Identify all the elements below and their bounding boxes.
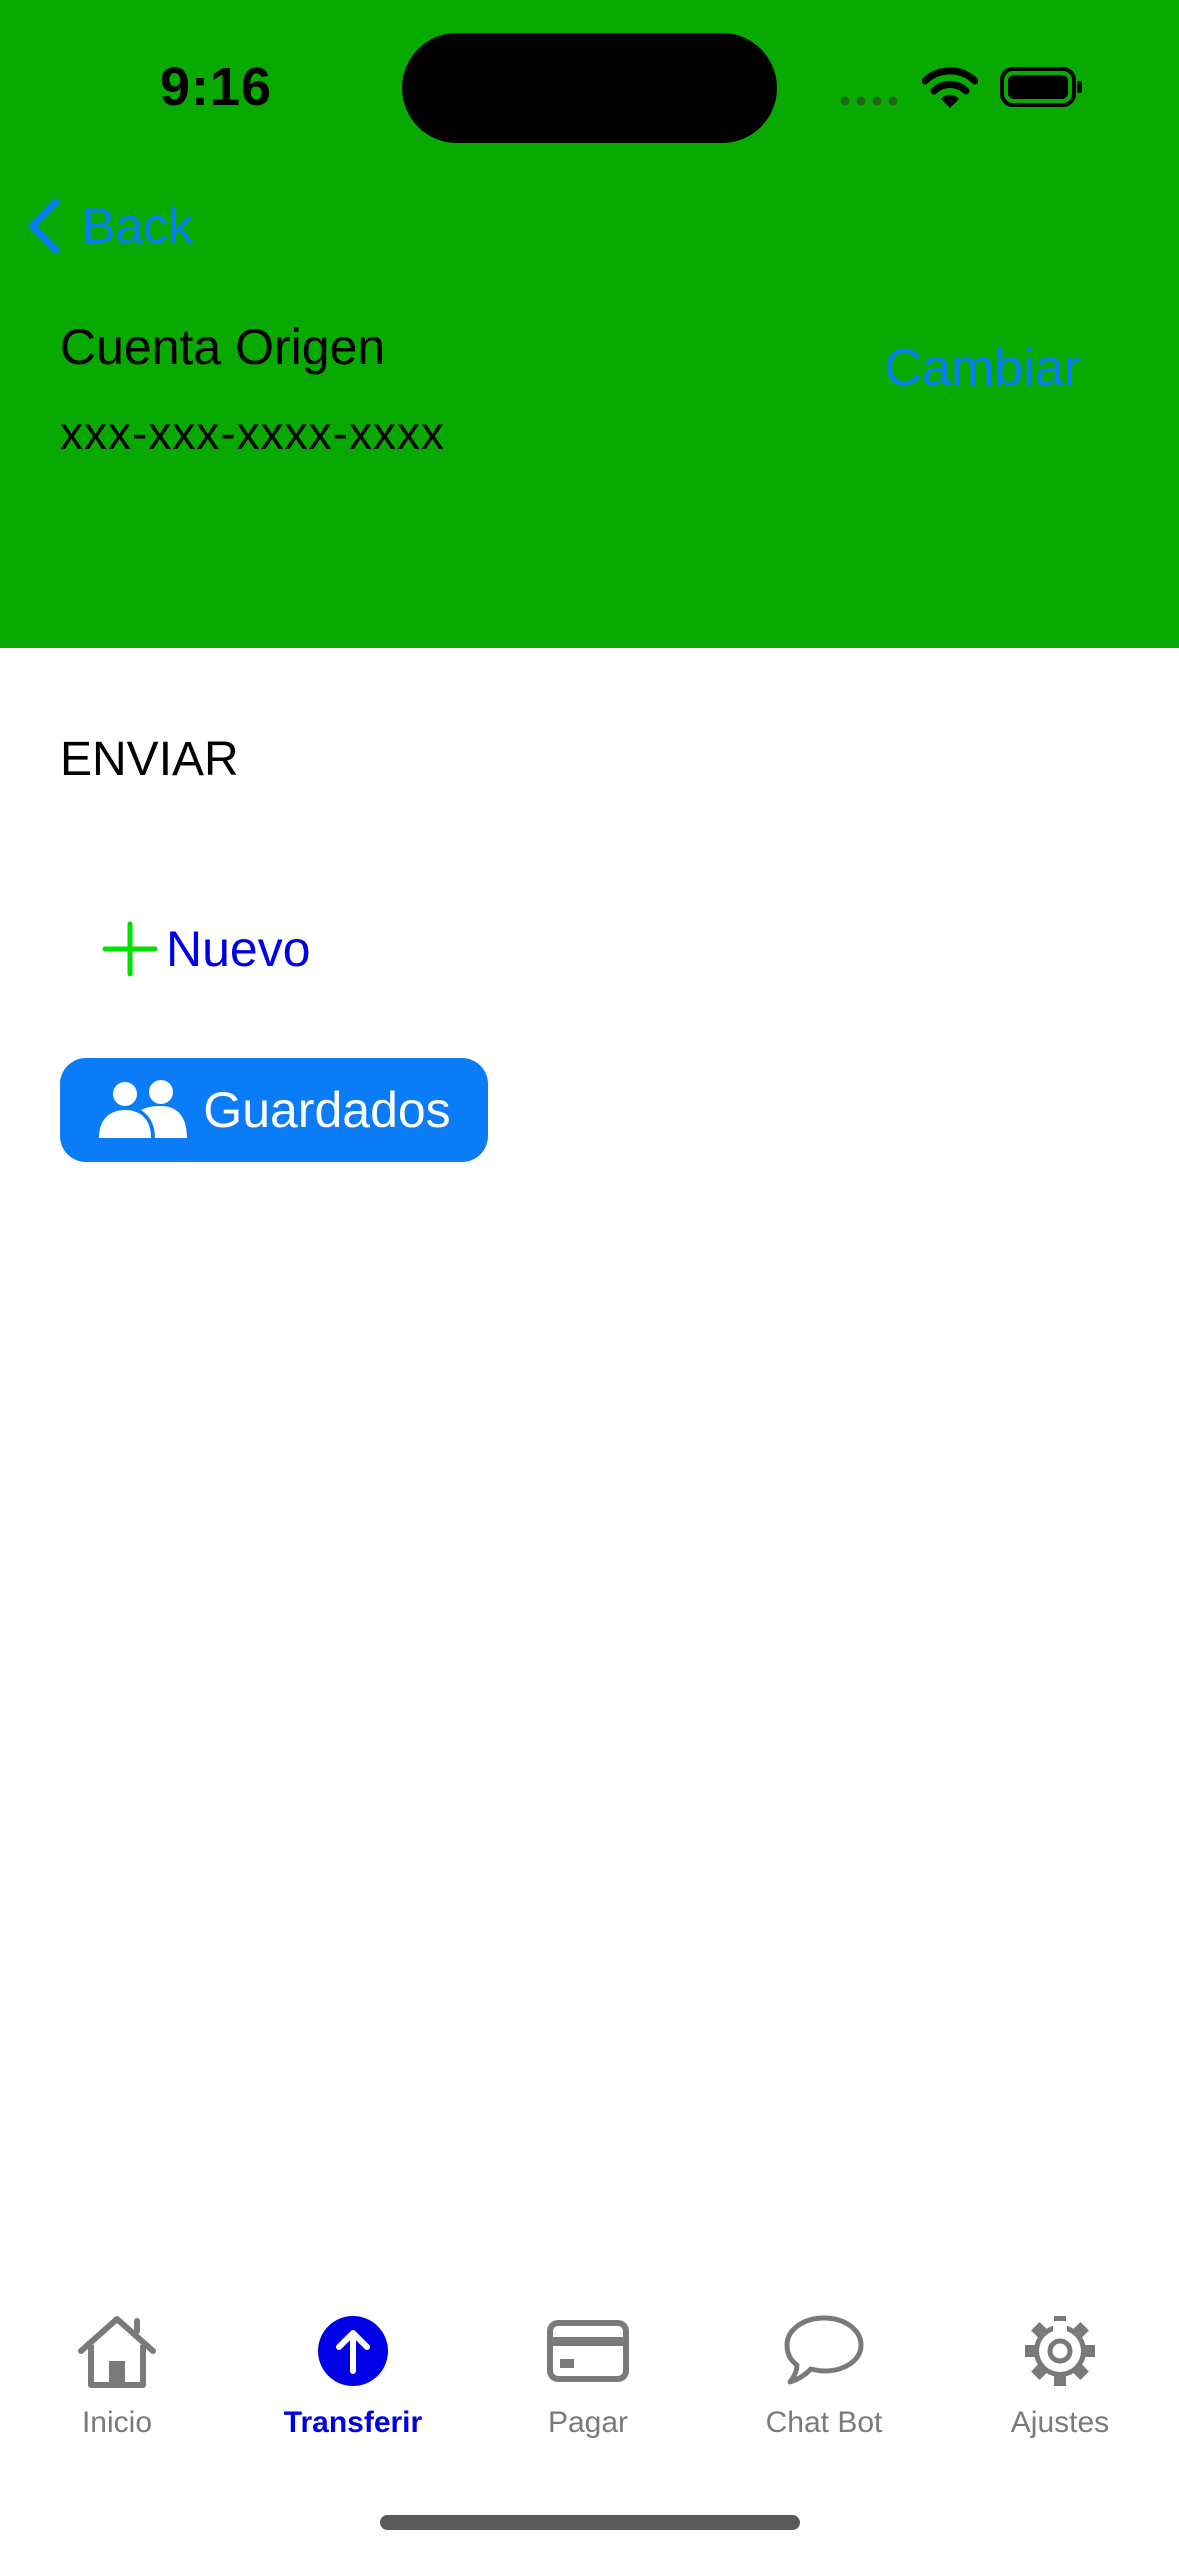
tab-ajustes[interactable]: Ajustes	[960, 2310, 1160, 2460]
dynamic-island	[402, 33, 777, 143]
chat-bubble-icon	[784, 2315, 864, 2385]
new-recipient-button[interactable]: Nuevo	[102, 916, 311, 982]
account-header: 9:16 Back Cuenta Origen xxx-xxx-xxxx-xxx…	[0, 0, 1179, 648]
tab-pagar[interactable]: Pagar	[488, 2310, 688, 2460]
home-indicator[interactable]	[380, 2515, 800, 2530]
wifi-icon	[922, 67, 978, 108]
tab-chat-bot[interactable]: Chat Bot	[724, 2310, 924, 2460]
status-icons	[840, 60, 1090, 116]
source-account-number: xxx-xxx-xxxx-xxxx	[60, 407, 445, 459]
saved-recipients-label: Guardados	[203, 1082, 451, 1138]
tab-label: Transferir	[283, 2406, 423, 2439]
gear-icon	[1025, 2316, 1095, 2386]
arrow-up-circle-icon	[318, 2316, 388, 2386]
chevron-left-icon	[28, 198, 60, 254]
status-time: 9:16	[160, 57, 273, 117]
change-account-button[interactable]: Cambiar	[885, 338, 1082, 398]
back-label: Back	[82, 198, 194, 254]
send-section-title: ENVIAR	[60, 733, 239, 786]
tab-label: Pagar	[547, 2406, 629, 2439]
saved-recipients-button[interactable]: Guardados	[60, 1058, 488, 1162]
cellular-signal-icon	[840, 96, 898, 106]
tab-inicio[interactable]: Inicio	[17, 2310, 217, 2460]
plus-icon	[102, 921, 158, 977]
house-icon	[78, 2316, 156, 2388]
new-recipient-label: Nuevo	[166, 921, 311, 977]
tab-label: Chat Bot	[765, 2406, 883, 2439]
tab-label: Ajustes	[1010, 2406, 1110, 2439]
credit-card-icon	[547, 2320, 629, 2382]
people-icon	[99, 1080, 188, 1138]
source-account-title: Cuenta Origen	[60, 319, 386, 375]
battery-icon	[1000, 67, 1082, 107]
back-button[interactable]: Back	[26, 196, 193, 256]
tab-label: Inicio	[81, 2406, 153, 2439]
tab-transferir[interactable]: Transferir	[253, 2310, 453, 2460]
tab-bar: Inicio Transferir Pagar Chat Bot Ajustes	[0, 2310, 1179, 2470]
